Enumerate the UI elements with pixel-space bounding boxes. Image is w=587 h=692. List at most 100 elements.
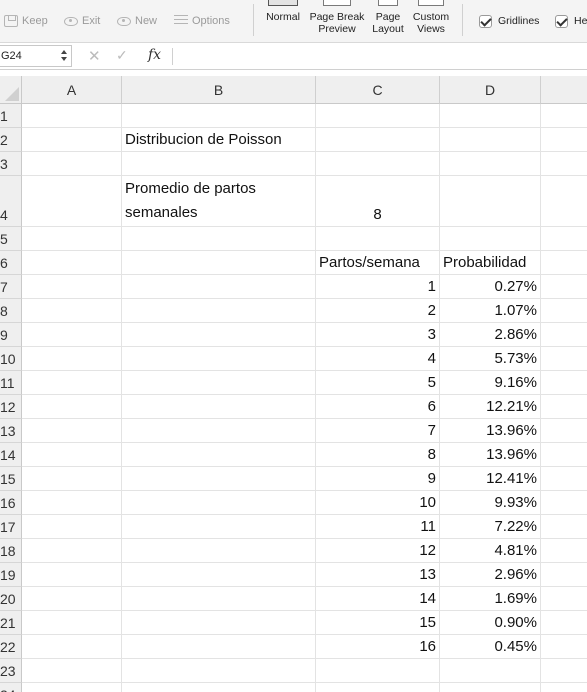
- cell-e5[interactable]: [541, 227, 587, 251]
- cell-c3[interactable]: [316, 152, 440, 176]
- cell-b1[interactable]: [122, 104, 316, 128]
- cell-a17[interactable]: [22, 515, 122, 539]
- cell-b5[interactable]: [122, 227, 316, 251]
- row-header-10[interactable]: 10: [0, 347, 22, 371]
- page-layout-button[interactable]: Page Layout: [369, 0, 407, 42]
- cell-e8[interactable]: [541, 299, 587, 323]
- cell-d9[interactable]: 2.86%: [440, 323, 541, 347]
- row-header-17[interactable]: 17: [0, 515, 22, 539]
- cell-d1[interactable]: [440, 104, 541, 128]
- custom-views-button[interactable]: Custom Views: [410, 0, 452, 42]
- cell-b23[interactable]: [122, 659, 316, 683]
- cell-e21[interactable]: [541, 611, 587, 635]
- cell-c13[interactable]: 7: [316, 419, 440, 443]
- row-header-8[interactable]: 8: [0, 299, 22, 323]
- cell-b20[interactable]: [122, 587, 316, 611]
- row-header-21[interactable]: 21: [0, 611, 22, 635]
- name-box[interactable]: G24: [0, 45, 72, 67]
- cell-a23[interactable]: [22, 659, 122, 683]
- row-header-7[interactable]: 7: [0, 275, 22, 299]
- cell-c21[interactable]: 15: [316, 611, 440, 635]
- row-header-20[interactable]: 20: [0, 587, 22, 611]
- cell-d23[interactable]: [440, 659, 541, 683]
- cell-a18[interactable]: [22, 539, 122, 563]
- cell-a21[interactable]: [22, 611, 122, 635]
- cell-e14[interactable]: [541, 443, 587, 467]
- row-header-18[interactable]: 18: [0, 539, 22, 563]
- cell-b7[interactable]: [122, 275, 316, 299]
- cell-c2[interactable]: [316, 128, 440, 152]
- row-header-15[interactable]: 15: [0, 467, 22, 491]
- row-header-22[interactable]: 22: [0, 635, 22, 659]
- cell-e11[interactable]: [541, 371, 587, 395]
- row-header-2[interactable]: 2: [0, 128, 22, 152]
- exit-button[interactable]: Exit: [64, 12, 100, 30]
- cell-b2[interactable]: Distribucion de Poisson: [122, 128, 316, 152]
- cell-b18[interactable]: [122, 539, 316, 563]
- headings-checkbox[interactable]: He: [555, 13, 587, 29]
- cell-b21[interactable]: [122, 611, 316, 635]
- cell-d18[interactable]: 4.81%: [440, 539, 541, 563]
- cell-d15[interactable]: 12.41%: [440, 467, 541, 491]
- cell-e17[interactable]: [541, 515, 587, 539]
- cell-e22[interactable]: [541, 635, 587, 659]
- cell-b10[interactable]: [122, 347, 316, 371]
- normal-view-button[interactable]: Normal: [262, 0, 304, 42]
- cell-a2[interactable]: [22, 128, 122, 152]
- cell-d6[interactable]: Probabilidad: [440, 251, 541, 275]
- cell-c10[interactable]: 4: [316, 347, 440, 371]
- cell-e2[interactable]: [541, 128, 587, 152]
- cell-b24[interactable]: [122, 683, 316, 692]
- cell-d14[interactable]: 13.96%: [440, 443, 541, 467]
- cell-a12[interactable]: [22, 395, 122, 419]
- enter-icon[interactable]: ✓: [116, 47, 128, 64]
- cell-c5[interactable]: [316, 227, 440, 251]
- options-button[interactable]: Options: [174, 12, 230, 30]
- cell-c23[interactable]: [316, 659, 440, 683]
- row-header-6[interactable]: 6: [0, 251, 22, 275]
- cell-d10[interactable]: 5.73%: [440, 347, 541, 371]
- cell-c24[interactable]: [316, 683, 440, 692]
- cell-a4[interactable]: [22, 176, 122, 227]
- cell-b15[interactable]: [122, 467, 316, 491]
- cell-c8[interactable]: 2: [316, 299, 440, 323]
- row-header-16[interactable]: 16: [0, 491, 22, 515]
- cell-e24[interactable]: [541, 683, 587, 692]
- insert-function-icon[interactable]: fx: [148, 47, 161, 63]
- cell-c17[interactable]: 11: [316, 515, 440, 539]
- row-header-11[interactable]: 11: [0, 371, 22, 395]
- cell-e19[interactable]: [541, 563, 587, 587]
- cell-e15[interactable]: [541, 467, 587, 491]
- column-header-b[interactable]: B: [122, 76, 316, 104]
- column-header-a[interactable]: A: [22, 76, 122, 104]
- cell-d21[interactable]: 0.90%: [440, 611, 541, 635]
- cell-c18[interactable]: 12: [316, 539, 440, 563]
- cell-b14[interactable]: [122, 443, 316, 467]
- cell-d4[interactable]: [440, 176, 541, 227]
- cell-d13[interactable]: 13.96%: [440, 419, 541, 443]
- row-header-24[interactable]: 24: [0, 683, 22, 692]
- cell-c15[interactable]: 9: [316, 467, 440, 491]
- row-header-23[interactable]: 23: [0, 659, 22, 683]
- cell-e6[interactable]: [541, 251, 587, 275]
- cell-a3[interactable]: [22, 152, 122, 176]
- cell-b17[interactable]: [122, 515, 316, 539]
- cell-c12[interactable]: 6: [316, 395, 440, 419]
- keep-button[interactable]: Keep: [4, 12, 48, 30]
- row-header-9[interactable]: 9: [0, 323, 22, 347]
- cell-b9[interactable]: [122, 323, 316, 347]
- cell-e1[interactable]: [541, 104, 587, 128]
- column-header-d[interactable]: D: [440, 76, 541, 104]
- cell-e9[interactable]: [541, 323, 587, 347]
- cell-e10[interactable]: [541, 347, 587, 371]
- cell-c6[interactable]: Partos/semana: [316, 251, 440, 275]
- column-header-c[interactable]: C: [316, 76, 440, 104]
- cell-b11[interactable]: [122, 371, 316, 395]
- cell-a15[interactable]: [22, 467, 122, 491]
- cell-b12[interactable]: [122, 395, 316, 419]
- cell-e4[interactable]: [541, 176, 587, 227]
- cell-b3[interactable]: [122, 152, 316, 176]
- cell-a20[interactable]: [22, 587, 122, 611]
- row-header-3[interactable]: 3: [0, 152, 22, 176]
- cell-e3[interactable]: [541, 152, 587, 176]
